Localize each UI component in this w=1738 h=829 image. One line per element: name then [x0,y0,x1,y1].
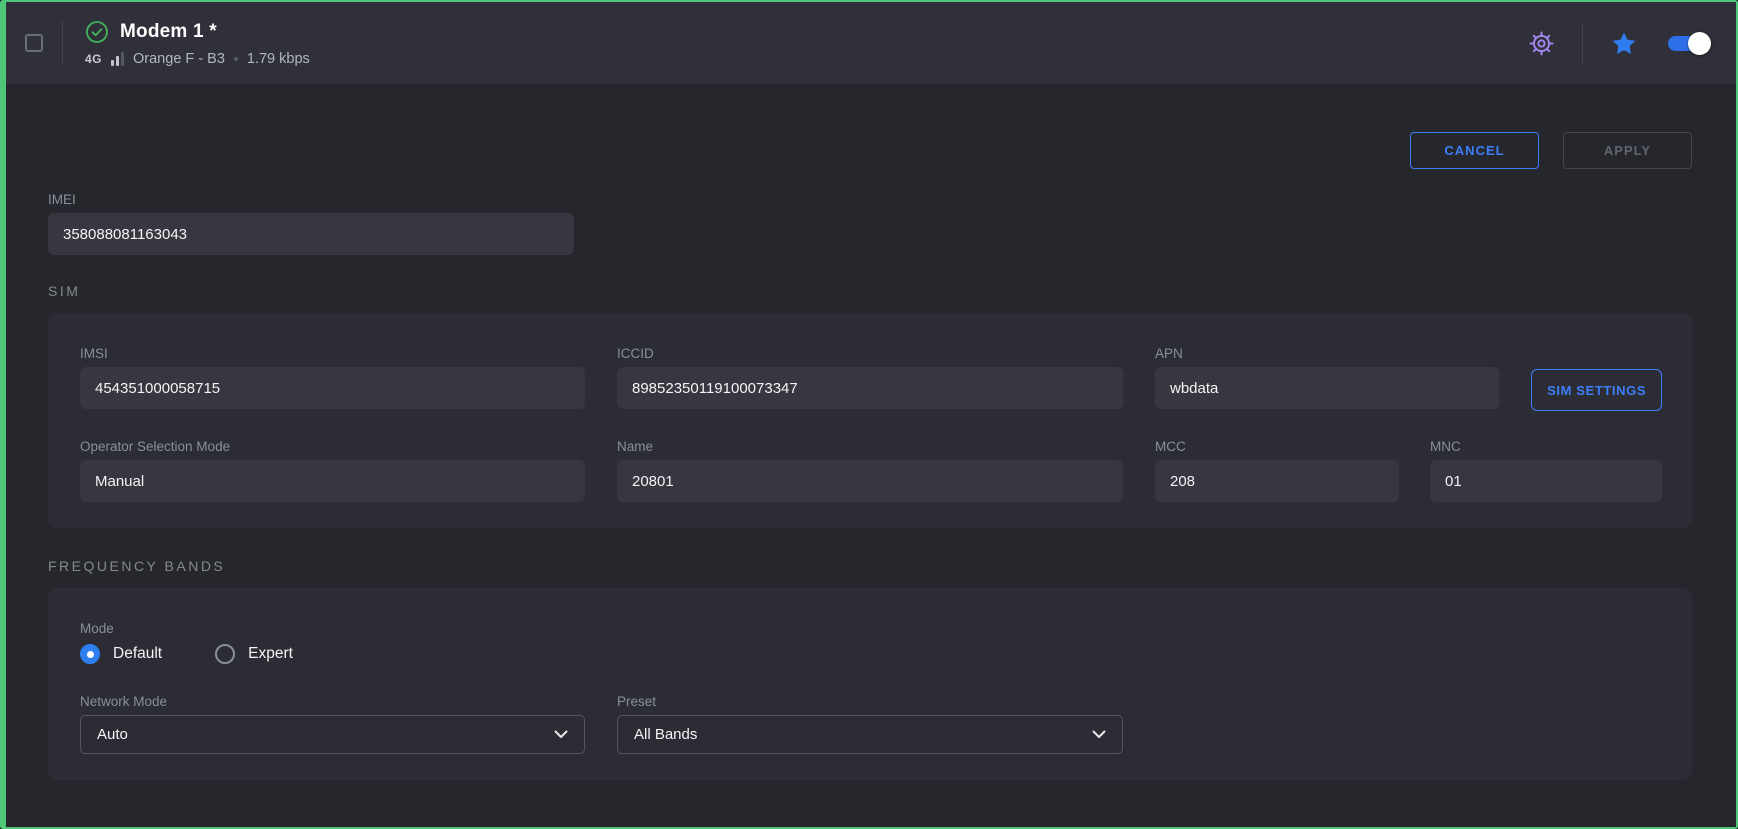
gear-icon[interactable] [1528,30,1555,57]
sim-settings-button[interactable]: SIM SETTINGS [1531,369,1662,411]
modem-title-block: Modem 1 * 4G Orange F - B3 1.79 kbps [85,20,310,67]
name-label: Name [617,439,1123,454]
imei-field-group: IMEI [48,192,574,255]
modem-enable-toggle[interactable] [1668,36,1708,51]
modem-card: Modem 1 * 4G Orange F - B3 1.79 kbps [0,0,1738,829]
apn-input[interactable] [1155,367,1499,409]
iccid-label: ICCID [617,346,1123,361]
network-mode-select[interactable]: Auto [80,715,585,754]
iccid-field-group: ICCID [617,346,1123,411]
modem-select-checkbox[interactable] [25,34,43,52]
name-input[interactable] [617,460,1123,502]
signal-bars-icon [111,52,124,66]
radio-circle-icon [215,644,235,664]
status-check-circle-icon [85,20,109,44]
chevron-down-icon [1092,730,1106,739]
modem-title: Modem 1 * [120,21,217,43]
mcc-label: MCC [1155,439,1399,454]
modem-card-body: Modem 1 * 4G Orange F - B3 1.79 kbps [6,2,1736,827]
preset-select[interactable]: All Bands [617,715,1123,754]
toggle-knob [1688,32,1711,55]
mcc-input[interactable] [1155,460,1399,502]
frequency-bands-section-title: FREQUENCY BANDS [48,558,1694,574]
apn-label: APN [1155,346,1499,361]
imei-label: IMEI [48,192,574,207]
dot-separator [234,57,238,61]
operator-mode-input[interactable] [80,460,585,502]
modem-settings-form: CANCEL APPLY IMEI SIM IMSI ICCID [6,84,1736,780]
imei-input[interactable] [48,213,574,255]
cancel-button[interactable]: CANCEL [1410,132,1539,169]
radio-expert-label: Expert [248,645,293,663]
preset-value: All Bands [634,726,697,743]
radio-expert[interactable]: Expert [215,644,293,664]
mnc-label: MNC [1430,439,1662,454]
form-actions: CANCEL APPLY [48,132,1692,169]
preset-label: Preset [617,694,1123,709]
imsi-field-group: IMSI [80,346,585,411]
sim-panel: IMSI ICCID APN SIM SETTINGS [48,313,1692,528]
sim-section-title: SIM [48,283,1694,299]
iccid-input[interactable] [617,367,1123,409]
chevron-down-icon [554,730,568,739]
network-mode-value: Auto [97,726,128,743]
network-mode-label: Network Mode [80,694,585,709]
mnc-input[interactable] [1430,460,1662,502]
mode-radio-group: Mode Default Expert [80,621,1660,664]
apply-button[interactable]: APPLY [1563,132,1692,169]
header-actions [1528,23,1708,63]
network-mode-field-group: Network Mode Auto [80,694,585,754]
favorite-star-icon[interactable] [1610,30,1638,57]
operator-mode-field-group: Operator Selection Mode [80,439,585,502]
apn-field-group: APN [1155,346,1499,411]
frequency-bands-panel: Mode Default Expert Networ [48,588,1692,780]
mcc-field-group: MCC [1155,439,1399,502]
operator-mode-label: Operator Selection Mode [80,439,585,454]
radio-circle-icon [80,644,100,664]
header-divider [1582,23,1583,63]
radio-default[interactable]: Default [80,644,162,664]
imsi-label: IMSI [80,346,585,361]
apn-row: APN SIM SETTINGS [1155,346,1662,411]
data-rate-label: 1.79 kbps [247,51,310,67]
name-field-group: Name [617,439,1123,502]
network-tech-label: 4G [85,52,102,66]
header-divider [62,21,63,65]
imsi-input[interactable] [80,367,585,409]
operator-label: Orange F - B3 [133,51,225,67]
preset-field-group: Preset All Bands [617,694,1123,754]
mnc-field-group: MNC [1430,439,1662,502]
mcc-mnc-row: MCC MNC [1155,439,1662,502]
mode-label: Mode [80,621,1660,636]
modem-header: Modem 1 * 4G Orange F - B3 1.79 kbps [6,2,1736,84]
radio-default-label: Default [113,645,162,663]
